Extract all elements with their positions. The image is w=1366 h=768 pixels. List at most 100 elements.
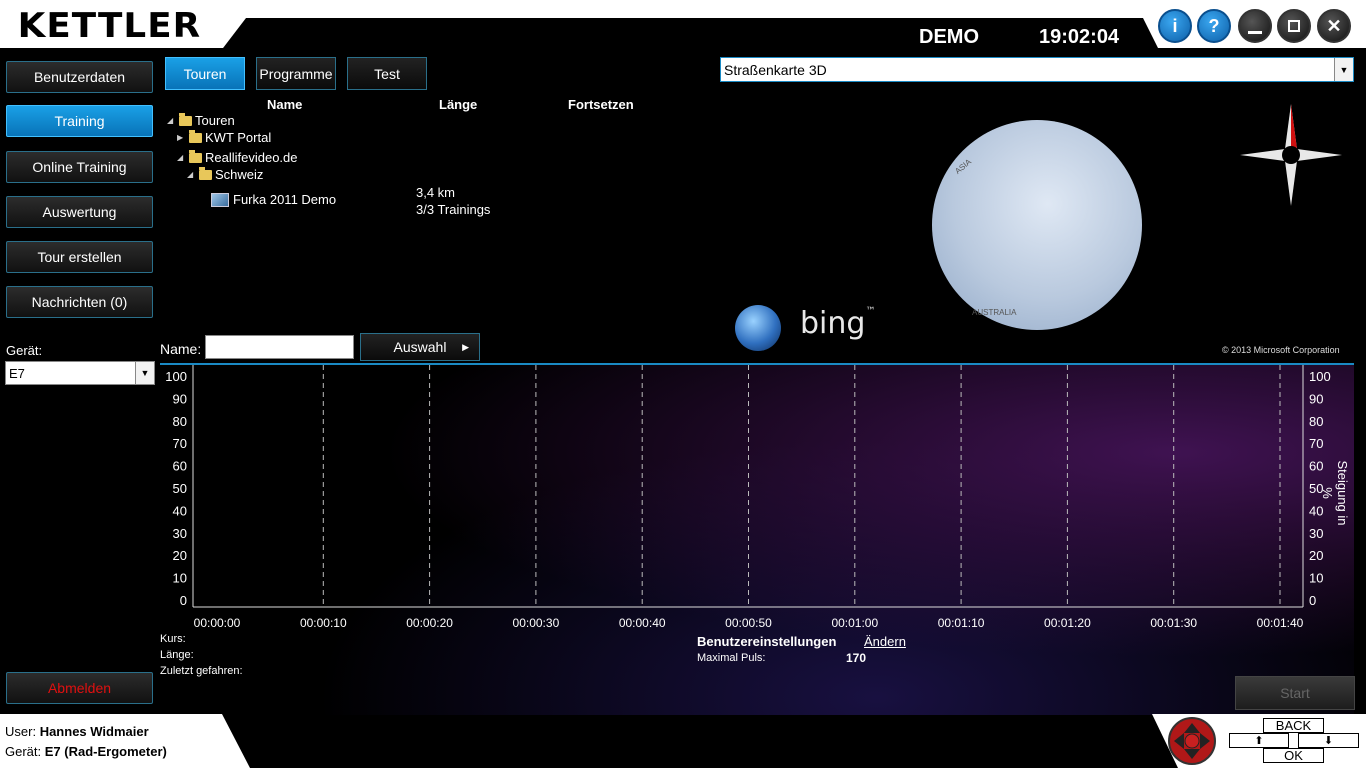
max-pulse-label: Maximal Puls: bbox=[697, 652, 766, 664]
footer-device-line: Gerät: E7 (Rad-Ergometer) bbox=[5, 744, 167, 759]
folder-icon bbox=[189, 129, 202, 143]
chevron-down-icon[interactable]: ▼ bbox=[135, 362, 154, 384]
chart-x-tick: 00:00:20 bbox=[406, 616, 453, 630]
chart-y-tick-left: 30 bbox=[173, 526, 187, 541]
chart-y-tick-left: 0 bbox=[180, 593, 187, 608]
tree-node-touren[interactable]: ◢ Touren bbox=[167, 112, 235, 128]
nav-training-button[interactable]: Training bbox=[6, 105, 153, 137]
minimize-icon[interactable] bbox=[1238, 9, 1272, 43]
close-icon[interactable]: ✕ bbox=[1317, 9, 1351, 43]
compass-center bbox=[1282, 146, 1300, 164]
chart-y-tick-left: 90 bbox=[173, 391, 187, 406]
tab-test[interactable]: Test bbox=[347, 57, 427, 90]
bing-globe-icon bbox=[735, 305, 781, 351]
chart-x-tick: 00:01:10 bbox=[938, 616, 985, 630]
max-pulse-value: 170 bbox=[846, 651, 867, 665]
globe-label-australia: AUSTRALIA bbox=[972, 308, 1017, 317]
expand-toggle-icon[interactable]: ◢ bbox=[187, 170, 197, 179]
clock: 19:02:04 bbox=[1039, 26, 1120, 48]
tour-length: 3,4 km bbox=[416, 185, 456, 200]
restore-glyph bbox=[1288, 20, 1300, 32]
expand-toggle-icon[interactable]: ▶ bbox=[177, 133, 187, 142]
device-select-value: E7 bbox=[9, 365, 25, 381]
change-settings-link[interactable]: Ändern bbox=[864, 634, 906, 649]
chart-y-tick-right: 80 bbox=[1309, 414, 1323, 429]
logout-button[interactable]: Abmelden bbox=[6, 672, 153, 704]
nav-tour-erstellen-button[interactable]: Tour erstellen bbox=[6, 241, 153, 273]
tab-programme[interactable]: Programme bbox=[256, 57, 336, 90]
nav-auswertung-button[interactable]: Auswertung bbox=[6, 196, 153, 228]
chart-y-tick-left: 50 bbox=[173, 481, 187, 496]
chart-y-tick-left: 80 bbox=[173, 414, 187, 429]
tree-node-schweiz[interactable]: ◢ Schweiz bbox=[187, 166, 264, 182]
globe-label-asia: ASIA bbox=[953, 157, 973, 176]
map-globe[interactable]: ASIA AUSTRALIA bbox=[932, 120, 1142, 330]
name-filter-input[interactable] bbox=[205, 335, 354, 359]
back-button[interactable]: BACK bbox=[1263, 718, 1324, 733]
chart-y-tick-left: 10 bbox=[173, 571, 187, 586]
down-button[interactable]: ⬇ bbox=[1298, 733, 1359, 748]
bing-logo: bing™ bbox=[800, 306, 875, 341]
chart-y-tick-left: 40 bbox=[173, 503, 187, 518]
expand-toggle-icon[interactable]: ◢ bbox=[177, 153, 187, 162]
chart-x-tick: 00:00:00 bbox=[194, 616, 241, 630]
column-header-length[interactable]: Länge bbox=[439, 97, 477, 112]
mode-label: DEMO bbox=[919, 26, 979, 48]
length-label: Länge: bbox=[160, 649, 194, 661]
chart-x-tick: 00:00:30 bbox=[513, 616, 560, 630]
device-select[interactable]: E7 ▼ bbox=[5, 361, 155, 385]
tree-node-kwt-portal[interactable]: ▶ KWT Portal bbox=[177, 129, 271, 145]
column-header-name[interactable]: Name bbox=[267, 97, 302, 112]
expand-toggle-icon[interactable]: ◢ bbox=[167, 116, 177, 125]
tree-node-label: Schweiz bbox=[215, 167, 264, 182]
nav-benutzerdaten-button[interactable]: Benutzerdaten bbox=[6, 61, 153, 93]
nav-nachrichten-button[interactable]: Nachrichten (0) bbox=[6, 286, 153, 318]
chart-y-tick-left: 70 bbox=[173, 436, 187, 451]
chart-x-tick: 00:01:20 bbox=[1044, 616, 1091, 630]
minimize-glyph bbox=[1248, 30, 1262, 34]
start-button[interactable]: Start bbox=[1235, 676, 1355, 710]
video-tour-icon bbox=[211, 192, 229, 207]
map-copyright: © 2013 Microsoft Corporation bbox=[1222, 345, 1340, 355]
restore-icon[interactable] bbox=[1277, 9, 1311, 43]
chart-x-tick: 00:01:00 bbox=[831, 616, 878, 630]
ok-button[interactable]: OK bbox=[1263, 748, 1324, 763]
remote-center bbox=[1184, 733, 1200, 749]
tree-node-label: Touren bbox=[195, 113, 235, 128]
remote-control-icon[interactable] bbox=[1168, 717, 1216, 765]
footer-user-panel bbox=[0, 714, 250, 768]
user-settings-title: Benutzereinstellungen bbox=[697, 634, 837, 649]
auswahl-label: Auswahl bbox=[393, 339, 447, 355]
map-type-value: Straßenkarte 3D bbox=[724, 61, 827, 78]
chevron-down-icon[interactable]: ▼ bbox=[1334, 58, 1353, 81]
device-label: Gerät: bbox=[6, 343, 43, 358]
name-filter-label: Name: bbox=[160, 341, 202, 357]
compass-icon[interactable] bbox=[1240, 104, 1342, 206]
up-button[interactable]: ⬆ bbox=[1229, 733, 1289, 748]
chart-y-tick-right: 0 bbox=[1309, 593, 1316, 608]
tab-touren[interactable]: Touren bbox=[165, 57, 245, 90]
tree-node-reallifevideo[interactable]: ◢ Reallifevideo.de bbox=[177, 149, 298, 165]
tree-node-label: Reallifevideo.de bbox=[205, 150, 298, 165]
footer-device-label: Gerät: bbox=[5, 744, 42, 759]
info-icon[interactable]: i bbox=[1158, 9, 1192, 43]
chart-y-tick-right: 20 bbox=[1309, 548, 1323, 563]
elevation-chart: 1009080706050403020100100908070605040302… bbox=[165, 365, 1331, 630]
arrow-right-icon: ▶ bbox=[462, 341, 469, 352]
map-type-select[interactable]: Straßenkarte 3D ▼ bbox=[720, 57, 1354, 82]
nav-online-training-button[interactable]: Online Training bbox=[6, 151, 153, 183]
tour-row-furka[interactable]: Furka 2011 Demo bbox=[211, 192, 336, 207]
chart-y-tick-right: 90 bbox=[1309, 391, 1323, 406]
footer-user-line: User: Hannes Widmaier bbox=[5, 724, 149, 739]
column-header-continue[interactable]: Fortsetzen bbox=[568, 97, 634, 112]
footer-user-label: User: bbox=[5, 724, 37, 739]
chart-y-tick-left: 60 bbox=[173, 459, 187, 474]
help-icon[interactable]: ? bbox=[1197, 9, 1231, 43]
chart-x-tick: 00:01:30 bbox=[1150, 616, 1197, 630]
auswahl-button[interactable]: Auswahl ▶ bbox=[360, 333, 480, 361]
chart-y-tick-right: 10 bbox=[1309, 571, 1323, 586]
tour-trainings: 3/3 Trainings bbox=[416, 202, 491, 217]
chart-y-tick-right: 100 bbox=[1309, 369, 1331, 384]
chart-y-tick-right: 70 bbox=[1309, 436, 1323, 451]
footer-device-value: E7 (Rad-Ergometer) bbox=[44, 744, 167, 759]
